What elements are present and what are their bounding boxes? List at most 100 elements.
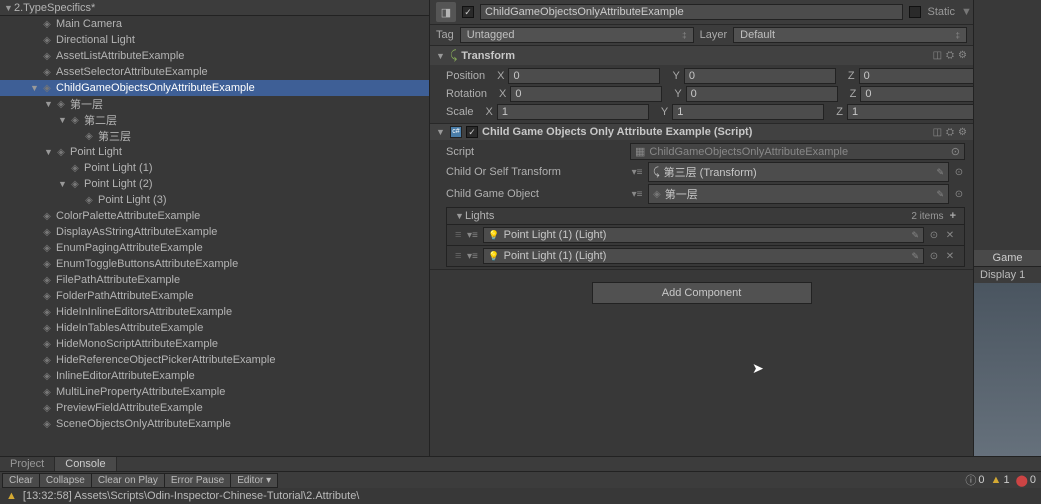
scene-header[interactable]: ▼ 2.TypeSpecifics* xyxy=(0,0,429,16)
add-item-button[interactable]: + xyxy=(950,210,956,222)
scale-y-input[interactable] xyxy=(672,104,824,120)
pencil-icon[interactable]: ✎ xyxy=(936,189,944,200)
editor-dropdown[interactable]: Editor ▾ xyxy=(230,473,278,488)
gameobject-icon xyxy=(40,209,54,223)
object-picker-icon[interactable]: ⊙ xyxy=(928,230,940,241)
pos-x-input[interactable] xyxy=(508,68,660,84)
preset-icon[interactable]: ⛭ xyxy=(946,50,954,61)
foldout-icon[interactable]: ▼ xyxy=(44,99,54,109)
hierarchy-item[interactable]: MultiLinePropertyAttributeExample xyxy=(0,384,429,400)
gameobject-icon xyxy=(54,97,68,111)
tag-dropdown[interactable]: Untagged‡ xyxy=(460,27,694,43)
hierarchy-item[interactable]: FilePathAttributeExample xyxy=(0,272,429,288)
foldout-icon[interactable]: ▼ xyxy=(58,179,68,189)
child-transform-field[interactable]: ⤹第三层 (Transform)✎ xyxy=(648,162,949,182)
foldout-icon[interactable]: ▼ xyxy=(30,83,40,93)
hierarchy-item[interactable]: ▼Point Light (2) xyxy=(0,176,429,192)
gear-icon[interactable]: ⚙ xyxy=(958,50,967,61)
hierarchy-item[interactable]: HideInTablesAttributeExample xyxy=(0,320,429,336)
hierarchy-item[interactable]: Point Light (1) xyxy=(0,160,429,176)
help-icon[interactable]: ◫ xyxy=(933,50,942,61)
hierarchy-item[interactable]: HideReferenceObjectPickerAttributeExampl… xyxy=(0,352,429,368)
error-pause-button[interactable]: Error Pause xyxy=(164,473,231,488)
layer-dropdown[interactable]: Default‡ xyxy=(733,27,967,43)
scene-foldout-icon[interactable]: ▼ xyxy=(4,3,14,13)
foldout-icon[interactable]: ▼ xyxy=(455,211,465,221)
gameobject-name-input[interactable] xyxy=(480,4,903,20)
console-message[interactable]: ▲ [13:32:58] Assets\Scripts\Odin-Inspect… xyxy=(0,488,1041,504)
gear-icon[interactable]: ⚙ xyxy=(958,127,967,138)
info-badge[interactable]: ⓘ0 xyxy=(962,472,987,488)
script-enabled-checkbox[interactable] xyxy=(466,126,478,138)
lights-list-header[interactable]: ▼ Lights 2 items + xyxy=(446,207,965,225)
foldout-icon[interactable]: ▼ xyxy=(44,147,54,157)
hierarchy-item[interactable]: HideMonoScriptAttributeExample xyxy=(0,336,429,352)
child-go-field[interactable]: 第一层✎ xyxy=(648,184,949,204)
odin-dropdown-icon[interactable]: ▾≡ xyxy=(630,189,644,200)
help-icon[interactable]: ◫ xyxy=(933,127,942,138)
hierarchy-item[interactable]: EnumPagingAttributeExample xyxy=(0,240,429,256)
console-tab[interactable]: Console xyxy=(55,457,116,471)
hierarchy-item[interactable]: Directional Light xyxy=(0,32,429,48)
gameobject-icon xyxy=(40,369,54,383)
error-badge[interactable]: ⬤0 xyxy=(1013,474,1039,487)
hierarchy-item[interactable]: AssetSelectorAttributeExample xyxy=(0,64,429,80)
static-label: Static xyxy=(927,6,955,18)
clear-on-play-button[interactable]: Clear on Play xyxy=(91,473,165,488)
remove-item-button[interactable]: ✕ xyxy=(944,230,956,241)
pencil-icon[interactable]: ✎ xyxy=(936,167,944,178)
hierarchy-item[interactable]: ColorPaletteAttributeExample xyxy=(0,208,429,224)
odin-dropdown-icon[interactable]: ▾≡ xyxy=(630,167,644,178)
object-picker-icon[interactable]: ⊙ xyxy=(953,167,965,178)
foldout-icon[interactable]: ▼ xyxy=(436,127,446,137)
odin-dropdown-icon[interactable]: ▾≡ xyxy=(465,251,479,262)
active-checkbox[interactable] xyxy=(462,6,474,18)
static-dropdown-icon[interactable]: ▼ xyxy=(961,6,967,18)
object-picker-icon[interactable]: ⊙ xyxy=(951,145,960,158)
collapse-button[interactable]: Collapse xyxy=(39,473,92,488)
script-header[interactable]: ▼ c# Child Game Objects Only Attribute E… xyxy=(430,124,973,140)
hierarchy-tree[interactable]: Main CameraDirectional LightAssetListAtt… xyxy=(0,16,429,456)
preset-icon[interactable]: ⛭ xyxy=(946,127,954,138)
pos-y-input[interactable] xyxy=(684,68,836,84)
remove-item-button[interactable]: ✕ xyxy=(944,251,956,262)
warn-badge[interactable]: ▲1 xyxy=(988,474,1013,486)
project-tab[interactable]: Project xyxy=(0,457,55,471)
pencil-icon[interactable]: ✎ xyxy=(911,251,919,262)
hierarchy-item[interactable]: InlineEditorAttributeExample xyxy=(0,368,429,384)
pencil-icon[interactable]: ✎ xyxy=(911,230,919,241)
rot-x-input[interactable] xyxy=(510,86,662,102)
clear-button[interactable]: Clear xyxy=(2,473,40,488)
foldout-icon[interactable]: ▼ xyxy=(436,51,446,61)
hierarchy-item[interactable]: FolderPathAttributeExample xyxy=(0,288,429,304)
hierarchy-item[interactable]: ▼第二层 xyxy=(0,112,429,128)
hierarchy-item[interactable]: Main Camera xyxy=(0,16,429,32)
child-go-row: Child Game Object ▾≡ 第一层✎ ⊙ xyxy=(430,183,973,205)
hierarchy-item[interactable]: HideInInlineEditorsAttributeExample xyxy=(0,304,429,320)
hierarchy-item[interactable]: EnumToggleButtonsAttributeExample xyxy=(0,256,429,272)
hierarchy-item[interactable]: PreviewFieldAttributeExample xyxy=(0,400,429,416)
drag-handle-icon[interactable]: ≡ xyxy=(455,229,461,241)
hierarchy-item[interactable]: 第三层 xyxy=(0,128,429,144)
hierarchy-item[interactable]: ▼第一层 xyxy=(0,96,429,112)
drag-handle-icon[interactable]: ≡ xyxy=(455,250,461,262)
object-picker-icon[interactable]: ⊙ xyxy=(953,189,965,200)
light-field-1[interactable]: 💡Point Light (1) (Light)✎ xyxy=(483,248,924,264)
light-field-0[interactable]: 💡Point Light (1) (Light)✎ xyxy=(483,227,924,243)
game-tab[interactable]: Game xyxy=(974,250,1041,267)
hierarchy-item[interactable]: DisplayAsStringAttributeExample xyxy=(0,224,429,240)
transform-header[interactable]: ▼ ⤹ Transform ◫⛭⚙ xyxy=(430,46,973,65)
rot-y-input[interactable] xyxy=(686,86,838,102)
hierarchy-item[interactable]: ▼Point Light xyxy=(0,144,429,160)
display-dropdown[interactable]: Display 1 xyxy=(974,267,1041,283)
foldout-icon[interactable]: ▼ xyxy=(58,115,68,125)
odin-dropdown-icon[interactable]: ▾≡ xyxy=(465,230,479,241)
hierarchy-item[interactable]: Point Light (3) xyxy=(0,192,429,208)
hierarchy-item[interactable]: ▼ChildGameObjectsOnlyAttributeExample xyxy=(0,80,429,96)
object-picker-icon[interactable]: ⊙ xyxy=(928,251,940,262)
add-component-button[interactable]: Add Component xyxy=(592,282,812,304)
hierarchy-item[interactable]: SceneObjectsOnlyAttributeExample xyxy=(0,416,429,432)
scale-x-input[interactable] xyxy=(497,104,649,120)
static-checkbox[interactable] xyxy=(909,6,921,18)
hierarchy-item[interactable]: AssetListAttributeExample xyxy=(0,48,429,64)
